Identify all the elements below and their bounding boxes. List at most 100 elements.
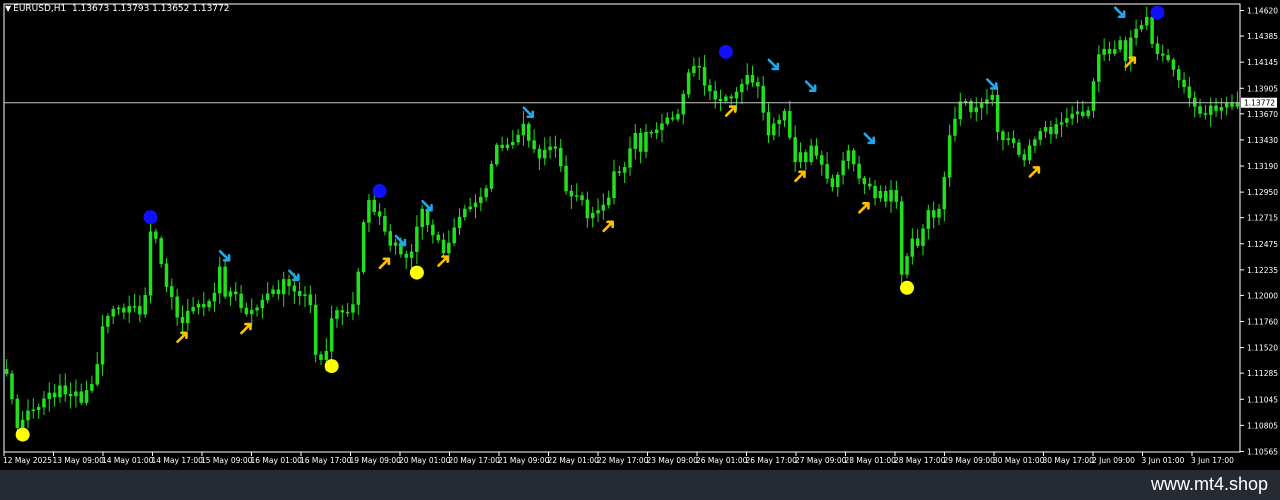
candle-body: [95, 364, 99, 385]
x-tick-label: 19 May 09:00: [350, 456, 402, 465]
candle-body: [244, 307, 249, 315]
candle-body: [249, 309, 254, 315]
candle-body: [1166, 55, 1170, 61]
candle-body: [1150, 16, 1154, 44]
candle-body: [1017, 142, 1021, 155]
y-tick-label: 1.12715: [1247, 214, 1278, 223]
candle-body: [202, 303, 206, 308]
x-tick-label: 3 Jun 17:00: [1191, 456, 1234, 465]
candle-body: [761, 85, 765, 113]
candle-body: [777, 119, 781, 125]
y-tick-label: 1.12950: [1247, 188, 1278, 197]
candle-body: [601, 204, 606, 211]
candle-body: [543, 149, 547, 159]
x-tick-label: 26 May 17:00: [746, 456, 798, 465]
y-tick-label: 1.11045: [1247, 395, 1278, 404]
candle-body: [612, 171, 616, 199]
candle-body: [548, 146, 552, 151]
swing-low-dot: [324, 359, 339, 374]
candle-body: [1065, 118, 1069, 123]
candle-body: [313, 304, 318, 355]
sell-arrow-icon: [767, 58, 780, 71]
candle-body: [1102, 48, 1106, 55]
candle-body: [1022, 154, 1026, 161]
candle-body: [804, 152, 808, 162]
candle-body: [383, 216, 387, 232]
candle-body: [404, 253, 408, 258]
candle-body: [644, 132, 648, 152]
sell-arrow-icon: [522, 106, 535, 119]
candle-body: [1107, 48, 1112, 54]
candle-body: [10, 373, 14, 400]
candle-body: [676, 113, 680, 120]
x-tick-label: 28 May 17:00: [894, 456, 946, 465]
candle-body: [452, 227, 456, 244]
candle-body: [473, 202, 478, 208]
candle-body: [180, 317, 185, 323]
candle-body: [798, 152, 803, 162]
candlestick-chart[interactable]: 1.14620 1.14385 1.14145 1.13905 1.13670 1.134…: [0, 0, 1280, 470]
x-tick-label: 15 May 09:00: [201, 456, 253, 465]
candle-body: [287, 279, 291, 287]
candle-body: [1118, 40, 1122, 50]
candle-body: [1208, 105, 1213, 115]
candle-body: [686, 72, 691, 95]
candle-body: [26, 410, 30, 421]
candle-body: [1139, 24, 1144, 30]
swing-high-dot: [718, 44, 733, 59]
candle-body: [1027, 145, 1032, 161]
candle-body: [1070, 113, 1074, 119]
x-tick-label: 2 Jun 09:00: [1092, 456, 1135, 465]
candle-body: [681, 93, 686, 115]
candle-body: [692, 66, 696, 74]
candle-body: [356, 271, 361, 305]
candle-body: [457, 216, 462, 229]
candle-body: [558, 148, 563, 167]
candle-body: [894, 190, 899, 202]
candle-body: [138, 306, 142, 315]
candle-body: [489, 163, 494, 189]
candle-body: [479, 196, 483, 204]
candle-body: [1145, 16, 1149, 26]
chart-area[interactable]: 1.14620 1.14385 1.14145 1.13905 1.13670 1.134…: [0, 0, 1280, 470]
sell-arrow-icon: [804, 80, 817, 92]
candle-body: [164, 263, 169, 287]
swing-low-dot: [15, 427, 30, 442]
ohlc-values: 1.13673 1.13793 1.13652 1.13772: [72, 4, 230, 14]
candle-body: [106, 315, 110, 327]
y-tick-label: 1.14385: [1247, 32, 1278, 41]
candle-body: [1081, 111, 1085, 117]
candle-body: [905, 256, 909, 275]
candle-body: [143, 295, 147, 315]
candle-body: [702, 66, 707, 86]
candle-body: [633, 132, 638, 149]
candle-body: [409, 251, 414, 258]
candle-body: [963, 100, 968, 103]
candle-body: [388, 231, 392, 246]
y-tick-label: 1.11285: [1247, 369, 1278, 378]
candle-body: [42, 398, 46, 408]
candle-body: [63, 385, 68, 395]
candle-body: [255, 307, 259, 311]
y-tick-label: 1.13190: [1247, 162, 1278, 171]
candle-body: [766, 112, 771, 136]
dropdown-triangle-icon[interactable]: ▼: [5, 3, 11, 15]
x-tick-label: 16 May 17:00: [300, 456, 352, 465]
candle-body: [175, 296, 179, 318]
candle-body: [1214, 105, 1218, 111]
candle-body: [793, 137, 797, 162]
candle-body: [899, 201, 904, 275]
candle-body: [782, 111, 787, 121]
candle-body: [116, 307, 121, 310]
x-tick-label: 30 May 01:00: [993, 456, 1045, 465]
candle-body: [292, 285, 297, 292]
candle-body: [111, 308, 115, 317]
candle-body: [745, 74, 749, 85]
candle-body: [1113, 49, 1117, 54]
candle-body: [329, 318, 334, 352]
candle-body: [820, 155, 824, 165]
y-tick-label: 1.12000: [1247, 291, 1278, 300]
candle-body: [1192, 97, 1197, 107]
candle-body: [319, 354, 323, 360]
candle-body: [814, 145, 819, 156]
